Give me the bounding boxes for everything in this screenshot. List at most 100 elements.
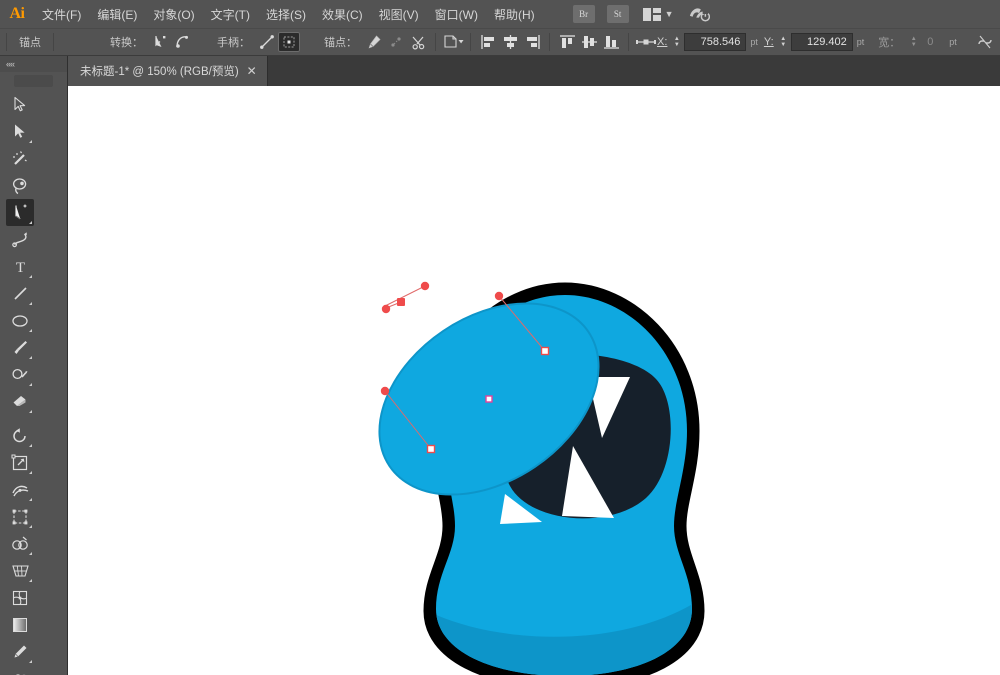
tools-panel-grip	[14, 75, 53, 87]
tool-magic-wand[interactable]	[6, 145, 34, 172]
tool-free-transform[interactable]	[6, 503, 34, 530]
width-input[interactable]: 0	[921, 33, 945, 51]
creative-cloud-icon[interactable]	[688, 4, 710, 24]
tools-panel-header[interactable]: ««	[0, 56, 67, 72]
tool-paintbrush[interactable]	[6, 334, 34, 361]
menu-object[interactable]: 对象(O)	[145, 2, 202, 27]
arrange-documents-button[interactable]: ▼	[642, 7, 674, 21]
x-stepper[interactable]: ▲ ▼	[671, 33, 682, 51]
tool-width[interactable]	[6, 476, 34, 503]
convert-to-corner-button[interactable]	[149, 32, 171, 52]
width-field[interactable]: 宽： ▲ ▼ 0 pt	[872, 33, 957, 51]
scale-tool-icon	[11, 454, 28, 470]
direction-handle[interactable]	[380, 386, 390, 396]
connect-anchors-button[interactable]	[385, 32, 407, 52]
align-middle-button[interactable]	[578, 32, 600, 52]
arrange-documents-icon	[642, 7, 661, 21]
curvature-tool-icon	[12, 231, 27, 247]
align-center-button[interactable]	[499, 32, 521, 52]
tool-blend[interactable]	[6, 665, 34, 675]
close-icon[interactable]: ✕	[247, 65, 257, 77]
align-bottom-button[interactable]	[600, 32, 622, 52]
y-position-field[interactable]: Y: ▲ ▼ 129.402 pt	[764, 33, 864, 51]
flyout-indicator	[29, 579, 32, 582]
magic-wand-tool-icon	[13, 150, 27, 165]
tool-direct-selection[interactable]	[6, 118, 34, 145]
tool-mesh[interactable]	[6, 584, 34, 611]
divider	[53, 33, 54, 51]
document-canvas[interactable]	[68, 86, 1000, 675]
isolate-object-button[interactable]	[442, 32, 464, 52]
menu-edit[interactable]: 编辑(E)	[89, 2, 145, 27]
tool-shaper[interactable]	[6, 361, 34, 388]
stock-button[interactable]: St	[606, 5, 629, 23]
control-bar: 锚点 转换： 手柄： 锚点： X: ▲ ▼ 758.546 pt Y: ▲ ▼ …	[0, 28, 1000, 56]
hide-handles-button[interactable]	[278, 32, 300, 52]
tool-curvature[interactable]	[6, 226, 34, 253]
tool-rotate[interactable]	[6, 422, 34, 449]
shaper-tool-icon	[12, 368, 28, 379]
divider	[549, 33, 550, 51]
paintbrush-tool-icon	[14, 340, 27, 354]
align-vertical-top-icon	[559, 35, 575, 48]
tool-line-segment[interactable]	[6, 280, 34, 307]
tool-gradient[interactable]	[6, 611, 34, 638]
flyout-indicator	[29, 660, 32, 663]
y-stepper[interactable]: ▲ ▼	[778, 33, 789, 51]
anchor-point[interactable]	[540, 346, 550, 356]
direction-handle[interactable]	[381, 304, 391, 314]
menu-help[interactable]: 帮助(H)	[486, 2, 543, 27]
divider	[6, 33, 7, 51]
document-tab[interactable]: 未标题-1* @ 150% (RGB/预览) ✕	[68, 56, 268, 86]
x-position-field[interactable]: X: ▲ ▼ 758.546 pt	[657, 33, 758, 51]
flyout-indicator	[29, 552, 32, 555]
tool-type[interactable]: T	[6, 253, 34, 280]
direction-handle[interactable]	[494, 291, 504, 301]
artwork-svg[interactable]	[68, 86, 1000, 675]
menu-file[interactable]: 文件(F)	[34, 2, 89, 27]
flyout-indicator	[29, 275, 32, 278]
ellipse-tool-icon	[12, 314, 28, 327]
bridge-button[interactable]: Br	[572, 5, 595, 23]
center-point[interactable]	[485, 395, 493, 403]
direction-handle[interactable]	[420, 281, 430, 291]
lasso-tool-icon	[12, 177, 27, 194]
align-right-button[interactable]	[521, 32, 543, 52]
menu-window[interactable]: 窗口(W)	[427, 2, 486, 27]
remove-anchor-button[interactable]	[363, 32, 385, 52]
menu-effect[interactable]: 效果(C)	[314, 2, 371, 27]
tool-lasso[interactable]	[6, 172, 34, 199]
transform-button[interactable]	[635, 32, 657, 52]
x-input[interactable]: 758.546	[684, 33, 747, 51]
link-dimensions-button[interactable]	[974, 32, 996, 52]
width-stepper[interactable]: ▲ ▼	[908, 33, 919, 51]
anchor-point[interactable]	[397, 298, 405, 306]
tool-ellipse[interactable]	[6, 307, 34, 334]
tool-selection[interactable]	[6, 91, 34, 118]
tool-pen[interactable]	[6, 199, 34, 226]
y-input[interactable]: 129.402	[790, 33, 853, 51]
flyout-indicator	[29, 302, 32, 305]
tool-scale[interactable]	[6, 449, 34, 476]
eyedropper-tool-icon	[14, 645, 27, 657]
free-transform-tool-icon	[12, 509, 28, 524]
menu-view[interactable]: 视图(V)	[371, 2, 427, 27]
convert-to-smooth-button[interactable]	[171, 32, 193, 52]
connect-anchors-icon	[391, 37, 401, 47]
menu-bar: Ai 文件(F) 编辑(E) 对象(O) 文字(T) 选择(S) 效果(C) 视…	[0, 0, 1000, 28]
align-vertical-middle-icon	[581, 36, 597, 48]
menu-type[interactable]: 文字(T)	[203, 2, 258, 27]
cut-path-button[interactable]	[407, 32, 429, 52]
align-left-button[interactable]	[477, 32, 499, 52]
menu-select[interactable]: 选择(S)	[258, 2, 314, 27]
tool-shape-builder[interactable]	[6, 530, 34, 557]
tool-perspective-grid[interactable]	[6, 557, 34, 584]
collapse-panel-icon[interactable]: ««	[6, 59, 15, 69]
align-vertical-bottom-icon	[603, 36, 619, 49]
tool-eyedropper[interactable]	[6, 638, 34, 665]
align-top-button[interactable]	[556, 32, 578, 52]
eraser-tool-icon	[13, 395, 26, 406]
anchor-point[interactable]	[426, 444, 436, 454]
tool-eraser[interactable]	[6, 388, 34, 415]
show-handles-button[interactable]	[256, 32, 278, 52]
